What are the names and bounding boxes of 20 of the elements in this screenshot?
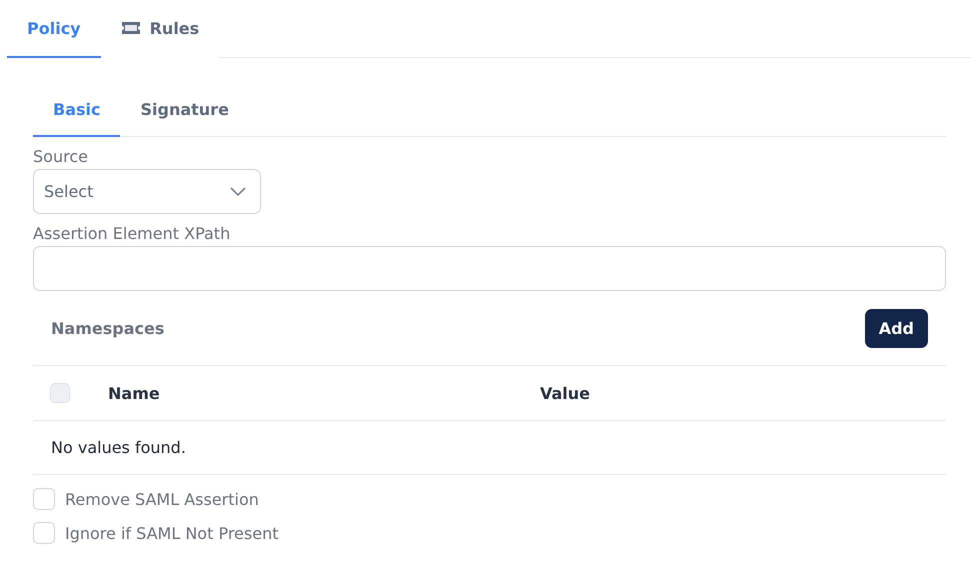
checkbox-label: Ignore if SAML Not Present	[65, 524, 278, 542]
ticket-icon	[120, 21, 141, 35]
field-label: Assertion Element XPath	[33, 224, 230, 243]
tab[interactable]: Basic	[33, 84, 120, 137]
section-title: Namespaces	[51, 318, 164, 338]
source-select[interactable]: Select	[33, 169, 261, 214]
add-button[interactable]: Add	[864, 308, 928, 348]
chevron-down-icon	[230, 186, 246, 196]
checkbox[interactable]	[33, 488, 55, 510]
column-header: Value	[540, 384, 590, 402]
tab[interactable]: Signature	[120, 84, 249, 137]
empty-message: No values found.	[51, 438, 186, 457]
checkbox-label: Remove SAML Assertion	[65, 490, 259, 508]
tab[interactable]: Policy	[7, 0, 101, 58]
tab[interactable]: Rules	[100, 0, 220, 58]
field-label: Source	[33, 147, 88, 166]
input-field[interactable]	[33, 246, 946, 291]
checkbox[interactable]	[50, 383, 70, 403]
column-header: Name	[108, 384, 161, 402]
checkbox[interactable]	[33, 522, 55, 544]
